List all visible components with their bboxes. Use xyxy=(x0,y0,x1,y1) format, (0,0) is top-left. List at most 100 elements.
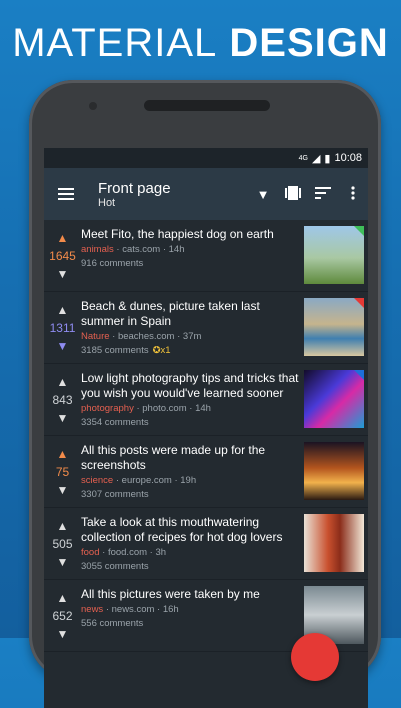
vote-column: ▲ 505 ▼ xyxy=(44,508,81,579)
subreddit-selector[interactable]: Front page Hot xyxy=(98,180,248,209)
post-row[interactable]: ▲ 1645 ▼ Meet Fito, the happiest dog on … xyxy=(44,220,368,292)
fab-button[interactable] xyxy=(291,633,339,681)
post-content[interactable]: Low light photography tips and tricks th… xyxy=(81,364,304,435)
headline-bold: DESIGN xyxy=(229,21,389,65)
post-content[interactable]: Take a look at this mouthwatering collec… xyxy=(81,508,304,579)
post-subreddit[interactable]: science xyxy=(81,475,113,486)
downvote-icon[interactable]: ▼ xyxy=(57,627,69,641)
comment-count: 3307 comments xyxy=(81,489,149,500)
promo-headline: MATERIAL DESIGN xyxy=(0,20,401,66)
vote-column: ▲ 843 ▼ xyxy=(44,364,81,435)
downvote-icon[interactable]: ▼ xyxy=(57,555,69,569)
phone-screen: 4G ◢ ▮ 10:08 Front page Hot ▼ ▲ 1645 ▼ M… xyxy=(44,148,368,708)
network-type: 4G xyxy=(298,154,308,162)
front-camera xyxy=(89,102,97,110)
view-mode-icon[interactable] xyxy=(278,185,308,203)
post-score: 1645 xyxy=(49,248,76,263)
post-score: 652 xyxy=(52,608,73,623)
post-meta: news · news.com · 16h xyxy=(81,604,300,615)
post-row[interactable]: ▲ 1311 ▼ Beach & dunes, picture taken la… xyxy=(44,292,368,364)
sort-label: Hot xyxy=(98,196,116,209)
vote-column: ▲ 75 ▼ xyxy=(44,436,81,507)
post-domain: · cats.com · 14h xyxy=(116,244,185,255)
gilded-badge: ✪x1 xyxy=(152,345,171,356)
post-row[interactable]: ▲ 75 ▼ All this posts were made up for t… xyxy=(44,436,368,508)
post-score: 1311 xyxy=(49,320,76,335)
vote-column: ▲ 1311 ▼ xyxy=(44,292,81,363)
battery-icon: ▮ xyxy=(324,152,331,165)
post-flag-tag xyxy=(354,226,364,236)
comment-count: 916 comments xyxy=(81,258,144,269)
downvote-icon[interactable]: ▼ xyxy=(57,483,69,497)
post-thumbnail[interactable] xyxy=(304,226,364,284)
phone-speaker xyxy=(144,100,270,111)
post-title: Take a look at this mouthwatering collec… xyxy=(81,515,283,544)
upvote-icon[interactable]: ▲ xyxy=(57,303,69,317)
post-row[interactable]: ▲ 505 ▼ Take a look at this mouthwaterin… xyxy=(44,508,368,580)
upvote-icon[interactable]: ▲ xyxy=(57,231,69,245)
post-thumbnail[interactable] xyxy=(304,442,364,500)
upvote-icon[interactable]: ▲ xyxy=(57,591,69,605)
sort-icon[interactable] xyxy=(308,186,338,202)
downvote-icon[interactable]: ▼ xyxy=(57,411,69,425)
headline-light: MATERIAL xyxy=(12,21,218,65)
post-flag-tag xyxy=(354,298,364,308)
post-title: Beach & dunes, picture taken last summer… xyxy=(81,299,260,328)
post-content[interactable]: Beach & dunes, picture taken last summer… xyxy=(81,292,304,363)
upvote-icon[interactable]: ▲ xyxy=(57,519,69,533)
comment-count: 3055 comments xyxy=(81,561,149,572)
post-domain: · news.com · 16h xyxy=(105,604,179,615)
comment-count: 3354 comments xyxy=(81,417,149,428)
post-content[interactable]: All this posts were made up for the scre… xyxy=(81,436,304,507)
post-title: Meet Fito, the happiest dog on earth xyxy=(81,227,274,241)
post-meta: Nature · beaches.com · 37m xyxy=(81,331,300,342)
post-score: 75 xyxy=(55,464,70,479)
post-content[interactable]: Meet Fito, the happiest dog on earth ani… xyxy=(81,220,304,291)
post-meta: photography · photo.com · 14h xyxy=(81,403,300,414)
post-list: ▲ 1645 ▼ Meet Fito, the happiest dog on … xyxy=(44,220,368,652)
post-row[interactable]: ▲ 843 ▼ Low light photography tips and t… xyxy=(44,364,368,436)
post-thumbnail[interactable] xyxy=(304,298,364,356)
post-title: All this pictures were taken by me xyxy=(81,587,260,601)
post-meta: science · europe.com · 19h xyxy=(81,475,300,486)
post-score: 843 xyxy=(52,392,73,407)
post-comments[interactable]: 3055 comments xyxy=(81,561,300,572)
post-subreddit[interactable]: food xyxy=(81,547,100,558)
post-domain: · food.com · 3h xyxy=(102,547,167,558)
post-subreddit[interactable]: Nature xyxy=(81,331,110,342)
upvote-icon[interactable]: ▲ xyxy=(57,447,69,461)
dropdown-icon[interactable]: ▼ xyxy=(248,187,278,202)
upvote-icon[interactable]: ▲ xyxy=(57,375,69,389)
vote-column: ▲ 652 ▼ xyxy=(44,580,81,651)
post-meta: food · food.com · 3h xyxy=(81,547,300,558)
phone-frame: 4G ◢ ▮ 10:08 Front page Hot ▼ ▲ 1645 ▼ M… xyxy=(29,80,381,708)
comment-count: 3185 comments xyxy=(81,345,149,356)
post-subreddit[interactable]: animals xyxy=(81,244,114,255)
post-subreddit[interactable]: news xyxy=(81,604,103,615)
post-comments[interactable]: 3185 comments ✪x1 xyxy=(81,345,300,356)
post-title: All this posts were made up for the scre… xyxy=(81,443,266,472)
post-comments[interactable]: 556 comments xyxy=(81,618,300,629)
downvote-icon[interactable]: ▼ xyxy=(57,339,69,353)
comment-count: 556 comments xyxy=(81,618,144,629)
post-content[interactable]: All this pictures were taken by me news … xyxy=(81,580,304,651)
signal-icon: ◢ xyxy=(311,152,321,165)
post-comments[interactable]: 916 comments xyxy=(81,258,300,269)
post-thumbnail[interactable] xyxy=(304,514,364,572)
post-thumbnail[interactable] xyxy=(304,370,364,428)
post-domain: · europe.com · 19h xyxy=(115,475,197,486)
post-comments[interactable]: 3354 comments xyxy=(81,417,300,428)
post-title: Low light photography tips and tricks th… xyxy=(81,371,299,400)
page-title: Front page xyxy=(98,179,171,197)
vote-column: ▲ 1645 ▼ xyxy=(44,220,81,291)
post-domain: · beaches.com · 37m xyxy=(112,331,202,342)
downvote-icon[interactable]: ▼ xyxy=(57,267,69,281)
post-domain: · photo.com · 14h xyxy=(136,403,211,414)
app-bar: Front page Hot ▼ xyxy=(44,168,368,220)
status-bar: 4G ◢ ▮ 10:08 xyxy=(44,148,368,168)
menu-icon[interactable] xyxy=(58,188,74,200)
status-time: 10:08 xyxy=(334,152,362,164)
post-subreddit[interactable]: photography xyxy=(81,403,134,414)
overflow-menu-icon[interactable] xyxy=(338,185,368,203)
post-comments[interactable]: 3307 comments xyxy=(81,489,300,500)
